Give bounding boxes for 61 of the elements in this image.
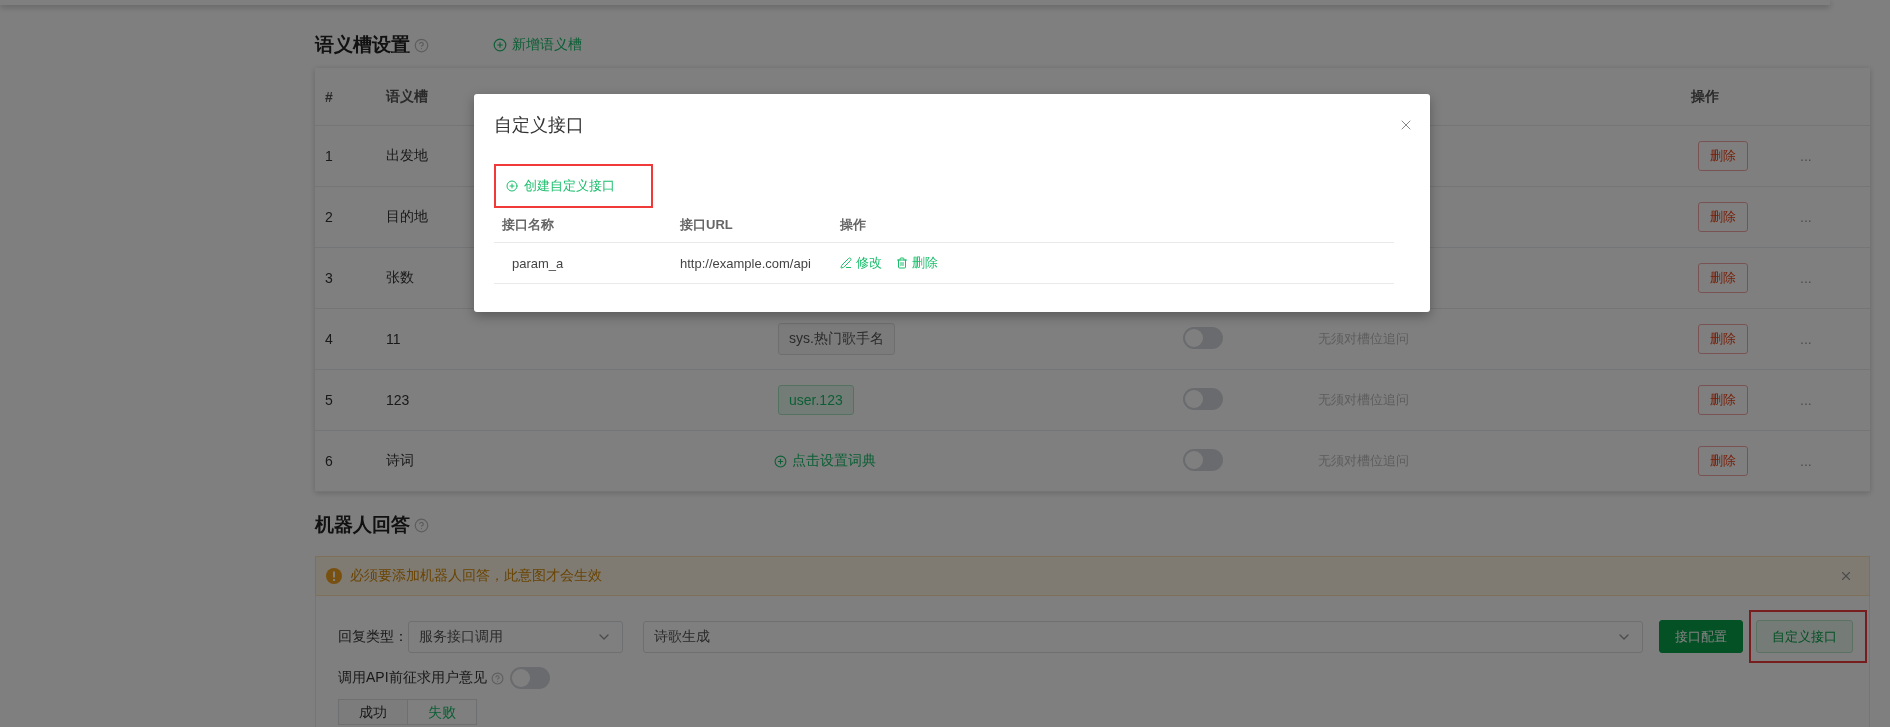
column-header: 操作 [839, 216, 867, 234]
close-icon[interactable] [1839, 569, 1853, 583]
custom-api-button[interactable]: 自定义接口 [1756, 620, 1853, 653]
table-cell: 张数 [386, 269, 414, 287]
plus-icon [506, 180, 518, 192]
table-cell: 出发地 [386, 147, 428, 165]
table-cell: 4 [325, 331, 333, 347]
column-header: 语义槽 [384, 87, 429, 106]
more-link[interactable]: ... [1790, 209, 1870, 225]
delete-button[interactable]: 删除 [1698, 202, 1748, 232]
table-cell-text: param_a [511, 255, 565, 271]
delete-link[interactable]: 删除 [896, 254, 938, 272]
reply-type-select[interactable]: 服务接口调用 [408, 620, 623, 653]
tab[interactable]: 失败 [407, 699, 477, 725]
dictionary-tag: user.123 [778, 385, 854, 415]
table-cell: 3 [325, 270, 333, 286]
more-link[interactable]: ... [1790, 148, 1870, 164]
more-link[interactable]: ... [1790, 270, 1870, 286]
table-cell: 1 [325, 148, 333, 164]
pencil-icon [840, 257, 852, 269]
plus-icon [774, 454, 787, 468]
table-cell: 目的地 [386, 208, 428, 226]
dialog-title: 自定义接口 [494, 114, 584, 137]
table-cell-text: http://example.com/api [679, 255, 812, 271]
delete-button[interactable]: 删除 [1698, 141, 1748, 171]
more-link[interactable]: ... [1790, 392, 1870, 408]
delete-button[interactable]: 删除 [1698, 385, 1748, 415]
delete-button[interactable]: 删除 [1698, 446, 1748, 476]
column-header: 操作 [1690, 87, 1720, 106]
field-label: 回复类型： [338, 627, 408, 646]
warning-text: 必须要添加机器人回答，此意图才会生效 [350, 567, 603, 585]
table-cell: 6 [325, 453, 333, 469]
warning-icon [326, 568, 342, 584]
tab[interactable]: 成功 [338, 699, 408, 725]
help-icon [490, 671, 504, 685]
column-header: 接口URL [679, 216, 734, 234]
table-cell: 11 [386, 331, 401, 347]
api-config-button[interactable]: 接口配置 [1659, 620, 1743, 653]
create-api-link[interactable]: 创建自定义接口 [496, 171, 651, 201]
delete-button[interactable]: 删除 [1698, 263, 1748, 293]
table-cell: 123 [386, 392, 410, 408]
plus-icon [493, 38, 507, 52]
help-icon [414, 37, 429, 53]
edit-link[interactable]: 修改 [840, 254, 882, 272]
more-link[interactable]: ... [1790, 331, 1870, 347]
section-title: 语义槽设置 [315, 33, 410, 57]
field-label: 调用API前征求用户意见 [338, 669, 487, 687]
table-cell: 5 [325, 392, 333, 408]
delete-button[interactable]: 删除 [1698, 324, 1748, 354]
set-dictionary-link[interactable]: 点击设置词典 [774, 452, 876, 470]
section-title: 机器人回答 [315, 513, 410, 537]
table-cell: 诗词 [386, 452, 414, 470]
dictionary-tag: sys.热门歌手名 [778, 323, 895, 355]
table-cell: 2 [325, 209, 333, 225]
help-icon [414, 517, 429, 533]
service-select[interactable]: 诗歌生成 [643, 620, 1643, 653]
trash-icon [896, 257, 908, 269]
column-header: # [324, 88, 334, 105]
column-header: 接口名称 [501, 216, 555, 234]
more-link[interactable]: ... [1790, 453, 1870, 469]
add-slot-link[interactable]: 新增语义槽 [493, 36, 582, 54]
